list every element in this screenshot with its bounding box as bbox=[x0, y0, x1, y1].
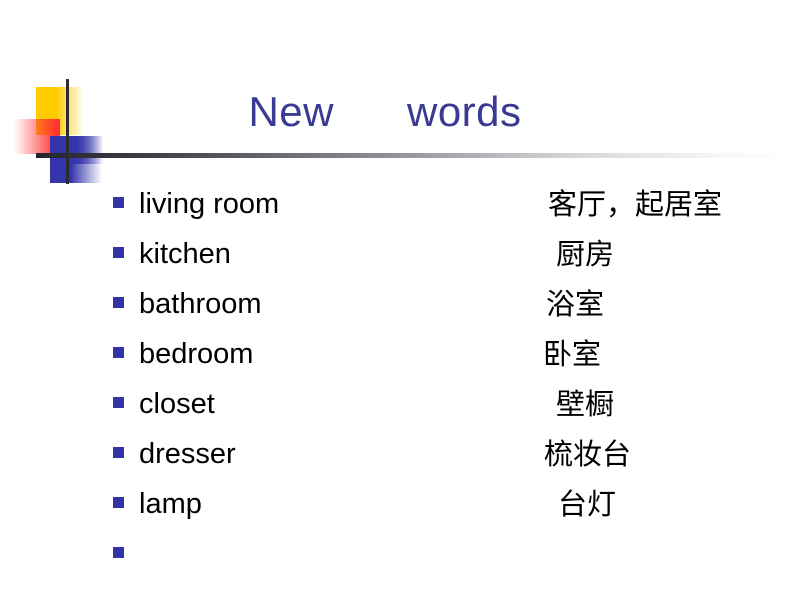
chinese-translation: 浴室 bbox=[546, 287, 605, 321]
english-word: dresser bbox=[139, 438, 236, 470]
bullet-square-icon bbox=[113, 197, 124, 208]
english-word: lamp bbox=[139, 488, 202, 520]
bullet-square-icon bbox=[113, 547, 124, 558]
bullet-square-icon bbox=[113, 447, 124, 458]
title-divider bbox=[36, 153, 792, 158]
chinese-translation: 客厅，起居室 bbox=[548, 187, 723, 221]
bullet-square-icon bbox=[113, 347, 124, 358]
list-item: dresser 梳妆台 bbox=[0, 432, 800, 482]
chinese-translation: 台灯 bbox=[558, 487, 617, 521]
list-item: kitchen 厨房 bbox=[0, 232, 800, 282]
slide-canvas: New words living room 客厅，起居室 kitchen 厨房 bath… bbox=[0, 0, 800, 600]
chinese-translation: 卧室 bbox=[543, 337, 602, 371]
list-item: bedroom 卧室 bbox=[0, 332, 800, 382]
page-title: New words bbox=[248, 88, 522, 135]
english-word: kitchen bbox=[139, 238, 231, 270]
list-item: lamp 台灯 bbox=[0, 482, 800, 532]
english-word: closet bbox=[139, 388, 215, 420]
list-item bbox=[0, 532, 800, 582]
english-word: bedroom bbox=[139, 338, 254, 370]
title-area: New words bbox=[0, 84, 800, 154]
bullet-square-icon bbox=[113, 297, 124, 308]
english-word: living room bbox=[139, 188, 280, 220]
chinese-translation: 梳妆台 bbox=[544, 437, 632, 471]
list-item: living room 客厅，起居室 bbox=[0, 182, 800, 232]
list-item: closet 壁橱 bbox=[0, 382, 800, 432]
english-word: bathroom bbox=[139, 288, 262, 320]
list-item: bathroom 浴室 bbox=[0, 282, 800, 332]
vocabulary-list: living room 客厅，起居室 kitchen 厨房 bathroom 浴室 bedr… bbox=[0, 182, 800, 582]
chinese-translation: 厨房 bbox=[556, 237, 615, 271]
bullet-square-icon bbox=[113, 497, 124, 508]
bullet-square-icon bbox=[113, 397, 124, 408]
bullet-square-icon bbox=[113, 247, 124, 258]
chinese-translation: 壁橱 bbox=[556, 387, 615, 421]
